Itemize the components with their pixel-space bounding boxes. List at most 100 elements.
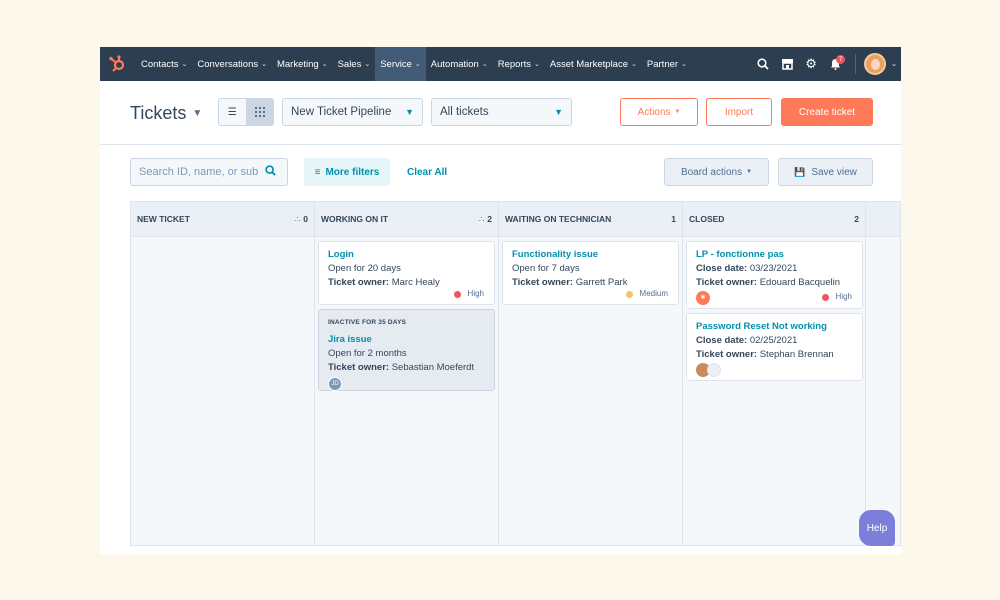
ticket-board: NEW TICKET ∴ 0 WORKING ON IT ∴ 2 Login Ope…: [130, 201, 901, 546]
nav-label: Partner: [646, 58, 679, 70]
column-count: ∴ 2: [479, 214, 492, 225]
priority-indicator: High: [821, 290, 852, 304]
save-view-button[interactable]: 💾 Save view: [778, 158, 873, 186]
nav-divider: [855, 54, 857, 74]
owner-name: Stephan Brennan: [759, 349, 834, 360]
column-count-value: 0: [303, 214, 308, 224]
close-date: Close date: 02/25/2021: [696, 334, 853, 348]
marketplace-icon[interactable]: [775, 47, 799, 81]
nav-label: Contacts: [141, 58, 179, 70]
ticket-title-link[interactable]: Functionality issue: [512, 248, 669, 262]
ticket-card[interactable]: Functionality issue Open for 7 days Tick…: [502, 241, 679, 305]
ticket-owner: Ticket owner: Edouard Bacquelin: [696, 276, 853, 290]
priority-medium-dot-icon: [625, 290, 633, 298]
page-title[interactable]: Tickets ▼: [130, 103, 202, 124]
nav-reports[interactable]: Reports ⌄: [493, 47, 545, 81]
chevron-down-icon: ⌄: [181, 61, 188, 68]
ticket-card[interactable]: Login Open for 20 days Ticket owner: Mar…: [318, 241, 495, 305]
ticket-card[interactable]: LP - fonctionne pas Close date: 03/23/20…: [686, 241, 863, 309]
nav-label: Asset Marketplace: [549, 58, 629, 70]
chevron-down-icon: ⌄: [414, 61, 421, 68]
column-name: WORKING ON IT: [321, 214, 389, 224]
nav-service[interactable]: Service ⌄: [375, 47, 426, 81]
create-ticket-button[interactable]: Create ticket: [781, 98, 873, 126]
more-filters-button[interactable]: ≡ More filters: [304, 158, 390, 186]
search-field[interactable]: [130, 158, 288, 186]
priority-label: High: [835, 292, 852, 301]
placeholder-avatar: [707, 363, 721, 377]
owner-label: Ticket owner:: [696, 349, 758, 360]
nav-automation[interactable]: Automation ⌄: [426, 47, 493, 81]
import-button[interactable]: Import: [706, 98, 772, 126]
board-column-partial: [866, 202, 900, 545]
ticket-card[interactable]: INACTIVE FOR 35 DAYS Jira issue Open for…: [318, 309, 495, 391]
priority-label: Medium: [639, 289, 668, 298]
nav-label: Conversations: [197, 58, 259, 70]
list-view-icon[interactable]: ☰: [219, 99, 246, 125]
clear-all-link[interactable]: Clear All: [407, 158, 447, 186]
user-avatar[interactable]: [864, 53, 887, 75]
nav-label: Reports: [497, 58, 531, 70]
caret-down-icon: ▼: [746, 169, 753, 175]
notifications-bell-icon[interactable]: 7: [823, 47, 847, 81]
column-header: [866, 202, 900, 237]
close-date-value: 02/25/2021: [749, 335, 798, 346]
caret-down-icon: ▼: [192, 108, 203, 119]
ticket-status: Open for 20 days: [328, 263, 401, 274]
ticket-status: Open for 2 months: [328, 348, 407, 359]
hubspot-sprocket-icon: ✱: [696, 291, 710, 305]
nav-partner[interactable]: Partner ⌄: [642, 47, 692, 81]
nav-sales[interactable]: Sales ⌄: [333, 47, 376, 81]
nav-marketing[interactable]: Marketing ⌄: [272, 47, 333, 81]
ticket-title-link[interactable]: Login: [328, 248, 485, 262]
close-date-label: Close date:: [696, 335, 748, 346]
filter-icon: ≡: [314, 166, 321, 178]
avatar-face: [870, 58, 880, 70]
ticket-owner: Ticket owner: Sebastian Moeferdt: [328, 361, 485, 375]
view-filter-select[interactable]: All tickets ▼: [431, 98, 572, 126]
priority-high-dot-icon: [821, 293, 829, 301]
caret-down-icon: ▼: [674, 109, 681, 115]
chevron-down-icon: ⌄: [261, 61, 267, 68]
search-icon[interactable]: [751, 47, 775, 81]
board-view-icon[interactable]: [245, 99, 273, 125]
owner-avatar: JD: [328, 377, 342, 391]
ticket-title-link[interactable]: Password Reset Not working: [696, 320, 853, 334]
column-count: ∴ 0: [295, 214, 308, 225]
settings-gear-icon[interactable]: ⚙: [799, 47, 823, 81]
pipeline-select[interactable]: New Ticket Pipeline ▼: [282, 98, 423, 126]
owner-label: Ticket owner:: [696, 277, 758, 288]
close-date-value: 03/23/2021: [749, 263, 798, 274]
ticket-status: Open for 7 days: [512, 263, 580, 274]
chevron-down-icon: ⌄: [481, 61, 488, 68]
page-title-text: Tickets: [130, 103, 187, 123]
board-column-waiting-on-technician: WAITING ON TECHNICIAN 1 Functionality is…: [499, 202, 683, 545]
more-filters-label: More filters: [325, 166, 380, 178]
chevron-down-icon: ⌄: [533, 61, 540, 68]
ticket-card[interactable]: Password Reset Not working Close date: 0…: [686, 313, 863, 381]
help-button[interactable]: Help: [859, 510, 895, 546]
owner-name: Sebastian Moeferdt: [391, 362, 475, 373]
owner-label: Ticket owner:: [328, 362, 390, 373]
nav-conversations[interactable]: Conversations ⌄: [192, 47, 272, 81]
actions-button[interactable]: Actions ▼: [620, 98, 698, 126]
ticket-title-link[interactable]: LP - fonctionne pas: [696, 248, 853, 262]
board-actions-button[interactable]: Board actions ▼: [664, 158, 769, 186]
caret-down-icon: ▼: [554, 107, 563, 117]
automation-icon: ∴: [294, 213, 301, 224]
chevron-down-icon: ⌄: [321, 61, 328, 68]
nav-asset-marketplace[interactable]: Asset Marketplace ⌄: [545, 47, 642, 81]
column-count-value: 2: [854, 214, 859, 224]
priority-indicator: High: [453, 287, 484, 301]
chevron-down-icon: ⌄: [631, 61, 637, 68]
search-icon[interactable]: [265, 165, 276, 179]
search-input[interactable]: [139, 166, 261, 178]
ticket-title-link[interactable]: Jira issue: [328, 333, 485, 347]
nav-contacts[interactable]: Contacts ⌄: [136, 47, 192, 81]
chevron-down-icon: ⌄: [681, 61, 687, 68]
column-name: CLOSED: [689, 214, 725, 224]
column-name: NEW TICKET: [137, 214, 190, 224]
hubspot-logo-icon[interactable]: [100, 47, 133, 81]
column-header: CLOSED 2: [683, 202, 865, 237]
chevron-down-icon[interactable]: ⌄: [891, 60, 897, 68]
